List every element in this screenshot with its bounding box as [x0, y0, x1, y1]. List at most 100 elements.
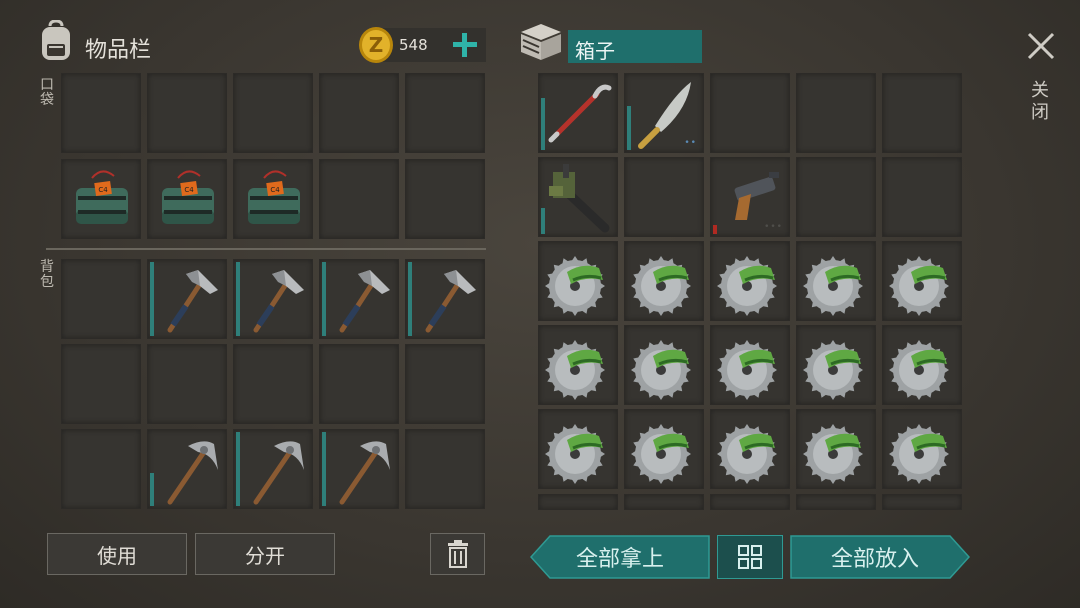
box-slot[interactable] — [538, 241, 618, 321]
inventory-title: 物品栏 — [85, 38, 152, 63]
box-slot[interactable] — [624, 409, 704, 489]
box-slot-partial[interactable] — [882, 494, 962, 510]
close-label[interactable]: 关闭 — [1031, 80, 1051, 124]
pocket-slot[interactable]: C4 — [61, 159, 141, 239]
box-slot[interactable] — [538, 73, 618, 153]
backpack-slot[interactable] — [405, 259, 485, 339]
saw-blade-icon — [883, 326, 963, 406]
box-slot[interactable] — [538, 157, 618, 237]
box-slot[interactable] — [538, 409, 618, 489]
box-slot[interactable] — [882, 73, 962, 153]
durability-bar — [713, 225, 717, 234]
box-slot[interactable] — [796, 325, 876, 405]
backpack-icon — [38, 19, 74, 62]
box-slot[interactable] — [882, 325, 962, 405]
pocket-slot[interactable] — [405, 73, 485, 153]
durability-bar — [150, 473, 154, 506]
backpack-slot[interactable] — [233, 429, 313, 509]
backpack-slot[interactable] — [319, 344, 399, 424]
pocket-slot[interactable] — [319, 159, 399, 239]
backpack-slot[interactable] — [61, 429, 141, 509]
hammer-icon — [406, 260, 486, 340]
backpack-slot[interactable] — [233, 259, 313, 339]
box-slot[interactable] — [710, 409, 790, 489]
container-title: 箱子 — [575, 39, 615, 63]
c4-explosive-icon: C4 — [148, 160, 228, 240]
svg-text:C4: C4 — [184, 186, 194, 194]
box-slot[interactable] — [796, 409, 876, 489]
durability-bar — [236, 432, 240, 506]
pocket-slot[interactable]: C4 — [147, 159, 227, 239]
saw-blade-icon — [797, 410, 877, 490]
pickaxe-icon — [234, 430, 314, 510]
pocket-slot[interactable] — [319, 73, 399, 153]
pocket-slot[interactable] — [233, 73, 313, 153]
box-slot-partial[interactable] — [710, 494, 790, 510]
svg-text:C4: C4 — [98, 186, 108, 194]
backpack-slot[interactable] — [319, 429, 399, 509]
box-slot[interactable] — [882, 157, 962, 237]
backpack-slot[interactable] — [319, 259, 399, 339]
backpack-slot[interactable] — [61, 259, 141, 339]
coin-icon: Z — [357, 25, 395, 65]
close-button[interactable] — [1025, 30, 1057, 62]
delete-button[interactable] — [430, 533, 485, 575]
backpack-slot[interactable] — [147, 429, 227, 509]
put-all-button[interactable]: 全部放入 — [790, 535, 970, 579]
box-slot[interactable] — [796, 73, 876, 153]
box-slot[interactable] — [796, 241, 876, 321]
box-slot[interactable] — [538, 325, 618, 405]
durability-bar — [322, 262, 326, 336]
saw-blade-icon — [625, 410, 705, 490]
box-slot[interactable] — [710, 241, 790, 321]
saw-blade-icon — [883, 410, 963, 490]
box-slot[interactable]: •• — [624, 73, 704, 153]
backpack-slot[interactable] — [405, 429, 485, 509]
use-button[interactable]: 使用 — [47, 533, 187, 575]
box-slot-partial[interactable] — [624, 494, 704, 510]
saw-blade-icon — [539, 242, 619, 322]
backpack-slot[interactable] — [147, 344, 227, 424]
take-all-button[interactable]: 全部拿上 — [530, 535, 710, 579]
durability-bar — [408, 262, 412, 336]
upgrade-dots: ••• — [764, 222, 783, 232]
box-slot-partial[interactable] — [796, 494, 876, 510]
box-slot[interactable] — [796, 157, 876, 237]
box-slot[interactable] — [624, 157, 704, 237]
c4-explosive-icon: C4 — [62, 160, 142, 240]
saw-blade-icon — [797, 326, 877, 406]
hammer-icon — [234, 260, 314, 340]
backpack-label: 背包 — [40, 259, 54, 290]
box-slot[interactable] — [624, 325, 704, 405]
box-slot[interactable] — [710, 73, 790, 153]
pocket-slot[interactable]: C4 — [233, 159, 313, 239]
box-icon — [519, 22, 563, 62]
box-slot[interactable] — [882, 409, 962, 489]
close-icon — [1027, 32, 1055, 60]
section-divider — [46, 248, 486, 250]
box-slot[interactable] — [710, 325, 790, 405]
saw-blade-icon — [883, 242, 963, 322]
take-all-label: 全部拿上 — [575, 547, 664, 572]
backpack-slot[interactable] — [233, 344, 313, 424]
box-slot[interactable]: ••• — [710, 157, 790, 237]
add-currency-button[interactable] — [452, 32, 478, 58]
backpack-slot[interactable] — [61, 344, 141, 424]
split-button[interactable]: 分开 — [195, 533, 335, 575]
saw-blade-icon — [711, 242, 791, 322]
sort-button[interactable] — [717, 535, 783, 579]
backpack-slot[interactable] — [405, 344, 485, 424]
grid-sort-icon — [738, 545, 762, 569]
put-all-label: 全部放入 — [830, 547, 919, 572]
backpack-slot[interactable] — [147, 259, 227, 339]
pocket-slot[interactable] — [405, 159, 485, 239]
pocket-slot[interactable] — [61, 73, 141, 153]
crowbar-icon — [539, 74, 619, 154]
svg-text:C4: C4 — [270, 186, 280, 194]
saw-blade-icon — [797, 242, 877, 322]
box-slot[interactable] — [624, 241, 704, 321]
box-slot-partial[interactable] — [538, 494, 618, 510]
pocket-slot[interactable] — [147, 73, 227, 153]
saw-blade-icon — [539, 326, 619, 406]
box-slot[interactable] — [882, 241, 962, 321]
